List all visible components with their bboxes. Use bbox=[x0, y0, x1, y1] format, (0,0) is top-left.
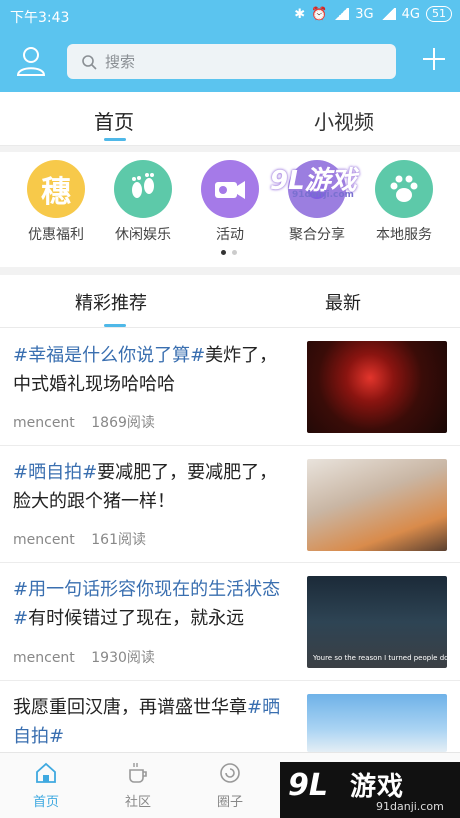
item-author: mencent bbox=[13, 650, 75, 666]
item-reads: 1869阅读 bbox=[91, 415, 155, 431]
list-item[interactable]: #晒自拍#要减肥了，要减肥了，脸大的跟个猪一样！ mencent 161阅读 bbox=[0, 446, 460, 563]
benefit-icon: 穗 bbox=[27, 160, 85, 218]
item-meta: mencent 1930阅读 bbox=[13, 647, 155, 667]
tab-indicator bbox=[104, 324, 126, 327]
item-title: #幸福是什么你说了算#美炸了，中式婚礼现场哈哈哈 bbox=[13, 345, 278, 395]
profile-icon[interactable] bbox=[14, 44, 48, 78]
search-icon bbox=[82, 54, 97, 70]
page-dots bbox=[221, 250, 237, 255]
item-title: #晒自拍#要减肥了，要减肥了，脸大的跟个猪一样！ bbox=[13, 462, 278, 512]
top-bar: 搜索 bbox=[0, 32, 460, 92]
item-thumbnail bbox=[307, 341, 447, 433]
category-label: 休闲娱乐 bbox=[115, 227, 171, 243]
home-icon bbox=[34, 761, 58, 785]
tab-short-video[interactable]: 小视频 bbox=[314, 106, 374, 135]
status-time: 下午3:43 bbox=[10, 10, 70, 26]
coffee-icon bbox=[126, 761, 150, 785]
category-leisure[interactable]: 休闲娱乐 bbox=[103, 160, 183, 244]
category-label: 优惠福利 bbox=[28, 227, 84, 243]
item-meta: mencent 161阅读 bbox=[13, 529, 146, 549]
main-tabs: 首页 小视频 bbox=[0, 92, 460, 146]
category-activity[interactable]: 活动 bbox=[190, 160, 270, 244]
nav-label: 首页 bbox=[32, 795, 59, 810]
watermark-bottom: 9L 游戏 91danji.com bbox=[280, 762, 460, 818]
item-reads: 161阅读 bbox=[91, 532, 146, 548]
network-type-1: 3G bbox=[355, 6, 374, 22]
category-benefits[interactable]: 穗 优惠福利 bbox=[16, 160, 96, 244]
search-placeholder: 搜索 bbox=[105, 53, 136, 71]
item-meta: mencent 1869阅读 bbox=[13, 412, 155, 432]
page-dot bbox=[232, 250, 237, 255]
status-icons: ✱ ⏰ 3G 4G 51 bbox=[294, 6, 452, 22]
feed-tabs: 精彩推荐 最新 bbox=[0, 275, 460, 328]
category-label: 活动 bbox=[216, 227, 244, 243]
nav-circle[interactable]: 圈子 bbox=[200, 761, 260, 810]
divider bbox=[0, 146, 460, 152]
item-reads: 1930阅读 bbox=[91, 650, 155, 666]
tab-recommended[interactable]: 精彩推荐 bbox=[75, 289, 147, 315]
watermark-logo: 9L bbox=[288, 768, 328, 803]
item-title: #用一句话形容你现在的生活状态#有时候错过了现在，就永远 bbox=[13, 579, 281, 629]
page-dot-active bbox=[221, 250, 226, 255]
alarm-icon: ⏰ bbox=[311, 6, 328, 22]
divider bbox=[0, 267, 460, 275]
nav-community[interactable]: 社区 bbox=[108, 761, 168, 810]
item-thumbnail: Youre so the reason I turned people down bbox=[307, 576, 447, 668]
list-item[interactable]: #用一句话形容你现在的生活状态#有时候错过了现在，就永远 mencent 193… bbox=[0, 563, 460, 681]
item-thumbnail bbox=[307, 459, 447, 551]
item-author: mencent bbox=[13, 415, 75, 431]
nav-label: 社区 bbox=[124, 795, 151, 810]
list-item[interactable]: #幸福是什么你说了算#美炸了，中式婚礼现场哈哈哈 mencent 1869阅读 bbox=[0, 329, 460, 446]
nav-label: 圈子 bbox=[216, 795, 243, 810]
circle-icon bbox=[218, 761, 242, 785]
category-label: 本地服务 bbox=[376, 227, 432, 243]
signal-icon bbox=[333, 8, 350, 20]
category-label: 聚合分享 bbox=[289, 227, 345, 243]
tab-home[interactable]: 首页 bbox=[94, 106, 134, 135]
category-local-service[interactable]: 本地服务 bbox=[364, 160, 444, 244]
signal-icon-2 bbox=[379, 8, 396, 20]
tab-indicator bbox=[104, 138, 126, 141]
paw-icon bbox=[375, 160, 433, 218]
network-type-2: 4G bbox=[401, 6, 420, 22]
search-input[interactable]: 搜索 bbox=[67, 44, 396, 79]
item-title: 我愿重回汉唐，再谱盛世华章#晒自拍# bbox=[13, 697, 281, 747]
nav-home[interactable]: 首页 bbox=[16, 761, 76, 810]
item-author: mencent bbox=[13, 532, 75, 548]
footprints-icon bbox=[114, 160, 172, 218]
status-bar: 下午3:43 ✱ ⏰ 3G 4G 51 bbox=[0, 0, 460, 32]
battery-indicator: 51 bbox=[426, 6, 452, 22]
watermark-top: 9L游戏 91danji.com bbox=[270, 166, 357, 200]
tab-latest[interactable]: 最新 bbox=[325, 289, 361, 315]
add-icon[interactable] bbox=[421, 46, 447, 72]
list-item[interactable]: 我愿重回汉唐，再谱盛世华章#晒自拍# bbox=[0, 681, 460, 752]
item-thumbnail bbox=[307, 694, 447, 752]
camera-icon bbox=[201, 160, 259, 218]
bluetooth-icon: ✱ bbox=[294, 6, 306, 22]
thumb-caption: Youre so the reason I turned people down bbox=[313, 654, 447, 662]
